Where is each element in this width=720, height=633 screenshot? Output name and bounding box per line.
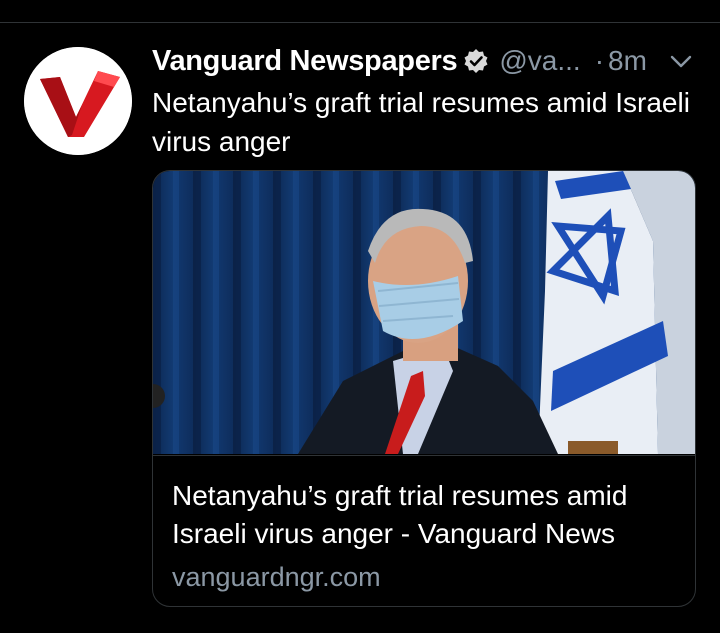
avatar[interactable] (24, 47, 132, 155)
timestamp[interactable]: 8m (608, 45, 647, 77)
separator: · (594, 45, 605, 76)
tweet-header: Vanguard Newspapers @va... · 8m (152, 43, 696, 79)
card-title[interactable]: Netanyahu’s graft trial resumes amid Isr… (172, 477, 682, 553)
verified-badge-icon (463, 48, 489, 74)
tweet-text: Netanyahu’s graft trial resumes amid Isr… (152, 87, 690, 157)
author-handle[interactable]: @va... (499, 45, 580, 77)
vanguard-logo-icon (24, 47, 132, 155)
card-domain[interactable]: vanguardngr.com (172, 562, 381, 593)
card-body[interactable]: Netanyahu’s graft trial resumes amid Isr… (153, 455, 695, 606)
card-image[interactable] (153, 171, 695, 454)
tweet[interactable]: Vanguard Newspapers @va... · 8m Netanyah… (0, 23, 720, 633)
link-card[interactable]: Netanyahu’s graft trial resumes amid Isr… (152, 170, 696, 607)
author-name[interactable]: Vanguard Newspapers (152, 45, 458, 78)
chevron-down-icon[interactable] (666, 49, 696, 75)
